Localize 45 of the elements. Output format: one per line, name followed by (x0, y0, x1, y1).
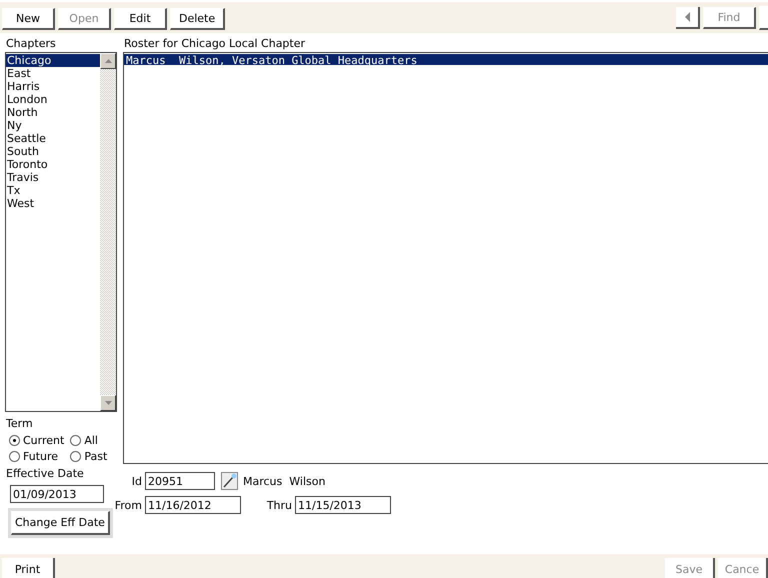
toolbar-button[interactable]: New (2, 8, 55, 30)
scrollbar[interactable] (100, 53, 116, 411)
roster-list[interactable]: Marcus Wilson, Versaton Global Headquarters (123, 52, 768, 464)
thru-label: Thru (266, 498, 293, 512)
print-button[interactable]: Print (2, 558, 55, 578)
roster-label: Roster for Chicago Local Chapter (124, 37, 306, 50)
chapter-item[interactable]: Chicago (6, 54, 100, 67)
toolbar-button[interactable] (759, 6, 768, 30)
chapter-item[interactable]: Seattle (6, 132, 100, 145)
chapter-item[interactable]: West (6, 197, 100, 210)
chapter-item[interactable]: South (6, 145, 100, 158)
chapter-item[interactable]: Tx (6, 184, 100, 197)
from-label: From (114, 498, 143, 512)
id-label: Id (130, 474, 143, 488)
chapter-item[interactable]: North (6, 106, 100, 119)
down-triangle-icon (104, 401, 112, 405)
magic-wand-icon[interactable] (221, 472, 238, 490)
scroll-up-button[interactable] (100, 53, 116, 69)
from-date-field[interactable]: 11/16/2012 (145, 496, 241, 514)
effective-date-label: Effective Date (6, 467, 85, 480)
chapter-item[interactable]: Ny (6, 119, 100, 132)
member-name: Marcus Wilson (243, 474, 326, 488)
term-label: Term (6, 417, 34, 430)
previous-button[interactable] (676, 7, 700, 29)
up-triangle-icon (104, 59, 112, 63)
chapter-item[interactable]: East (6, 67, 100, 80)
chapter-item[interactable]: Harris (6, 80, 100, 93)
term-radio[interactable]: Current (9, 434, 64, 447)
chapter-item[interactable]: Toronto (6, 158, 100, 171)
toolbar-button[interactable]: Edit (114, 8, 167, 30)
term-radio[interactable]: Past (70, 450, 108, 463)
term-radio[interactable]: Future (9, 450, 64, 463)
roster-row[interactable]: Marcus Wilson, Versaton Global Headquarters (124, 54, 768, 65)
change-eff-date-button[interactable]: Change Eff Date (11, 511, 110, 535)
chapter-item[interactable]: Travis (6, 171, 100, 184)
term-radio[interactable]: All (70, 434, 108, 447)
scroll-down-button[interactable] (100, 395, 116, 411)
chapter-item[interactable]: London (6, 93, 100, 106)
toolbar-button[interactable]: Delete (170, 8, 226, 30)
left-triangle-icon (684, 12, 690, 22)
chapters-label: Chapters (6, 37, 57, 50)
chapters-list[interactable]: Chicago East Harris London North Ny Seattle South Toronto Travis Tx West (5, 52, 117, 412)
id-field[interactable]: 20951 (145, 472, 215, 490)
effective-date-field[interactable]: 01/09/2013 (10, 485, 104, 503)
thru-date-field[interactable]: 11/15/2013 (295, 496, 391, 514)
